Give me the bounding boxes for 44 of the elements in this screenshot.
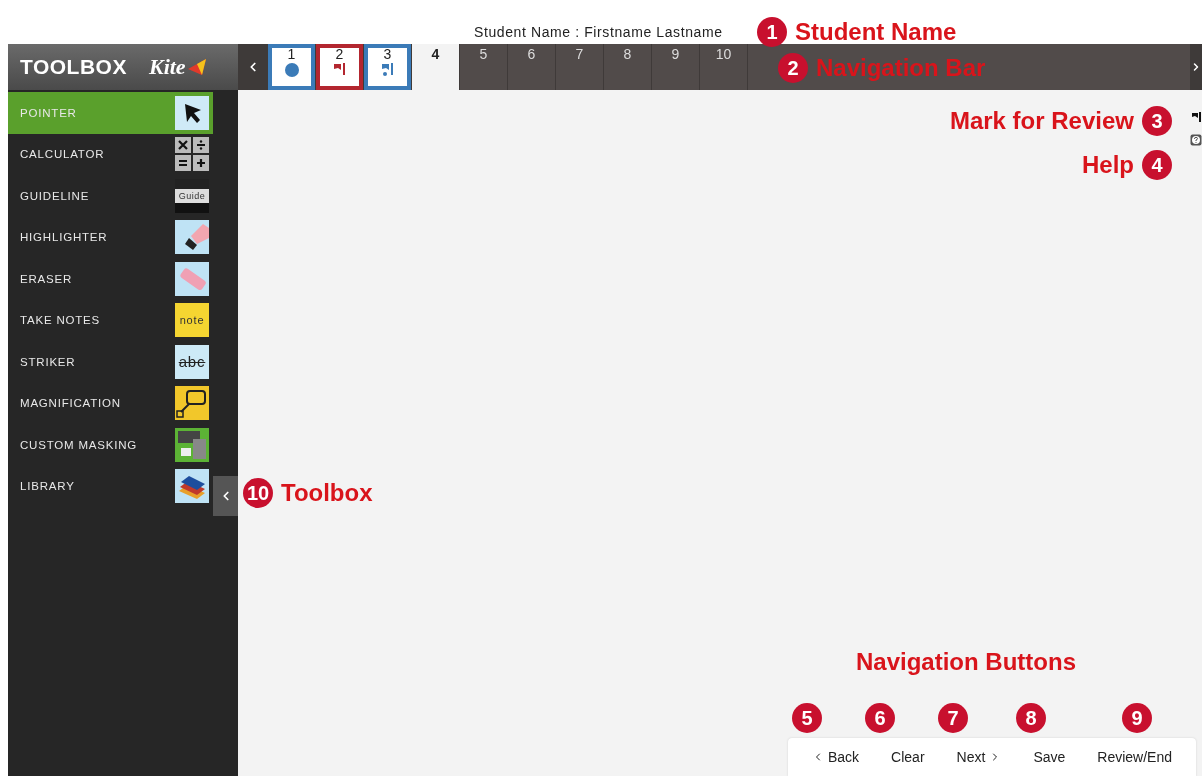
next-questions-button[interactable] (1190, 44, 1202, 90)
flag-icon (333, 63, 346, 77)
student-name: Student Name : Firstname Lastname (474, 24, 723, 40)
callout-label: Navigation Bar (816, 54, 986, 82)
question-tab[interactable]: 1 (268, 44, 316, 90)
tool-item[interactable]: GUIDELINE Guide (8, 175, 213, 217)
callout-label: Help (1082, 151, 1134, 179)
note-icon: note (175, 303, 209, 338)
question-tab[interactable]: 4 (412, 44, 460, 90)
footer-button[interactable]: Save (1019, 743, 1080, 771)
answered-dot-icon (284, 63, 299, 77)
footer-button[interactable]: Clear (877, 743, 939, 771)
toolbox-title: TOOLBOX (20, 55, 127, 79)
flag-icon[interactable] (1192, 112, 1202, 122)
tool-item[interactable]: HIGHLIGHTER (8, 216, 213, 258)
footer-button[interactable]: Next (942, 743, 1016, 771)
kite-icon (187, 59, 206, 75)
books-icon (175, 469, 209, 504)
tool-item[interactable]: TAKE NOTES note (8, 299, 213, 341)
tool-item[interactable]: CALCULATOR (8, 133, 213, 175)
magnifier-icon (175, 386, 209, 421)
tool-item[interactable]: STRIKER abc (8, 341, 213, 383)
callout-label: Navigation Buttons (856, 648, 1076, 676)
pointer-icon (175, 95, 209, 130)
flag-icon (381, 63, 394, 77)
logo: Kite (148, 54, 186, 80)
guideline-icon: Guide (175, 178, 209, 213)
help-icon[interactable] (1190, 134, 1202, 146)
callout-label: Toolbox (281, 479, 373, 507)
tool-item[interactable]: CUSTOM MASKING (8, 424, 213, 466)
callout-label: Student Name (795, 18, 957, 46)
calculator-icon (175, 137, 209, 172)
strikethrough-icon: abc (175, 344, 209, 379)
callout-label: Mark for Review (949, 107, 1134, 135)
highlighter-icon (175, 220, 209, 255)
question-tab[interactable]: 2 (316, 44, 364, 90)
footer-button[interactable]: Review/End (1083, 743, 1186, 771)
eraser-icon (175, 261, 209, 296)
tool-item[interactable]: MAGNIFICATION (8, 382, 213, 424)
footer-button[interactable]: Back (798, 743, 874, 771)
question-tab[interactable]: 3 (364, 44, 412, 90)
tool-item[interactable]: LIBRARY (8, 465, 213, 507)
masking-icon (175, 427, 209, 462)
tool-item[interactable]: ERASER (8, 258, 213, 300)
